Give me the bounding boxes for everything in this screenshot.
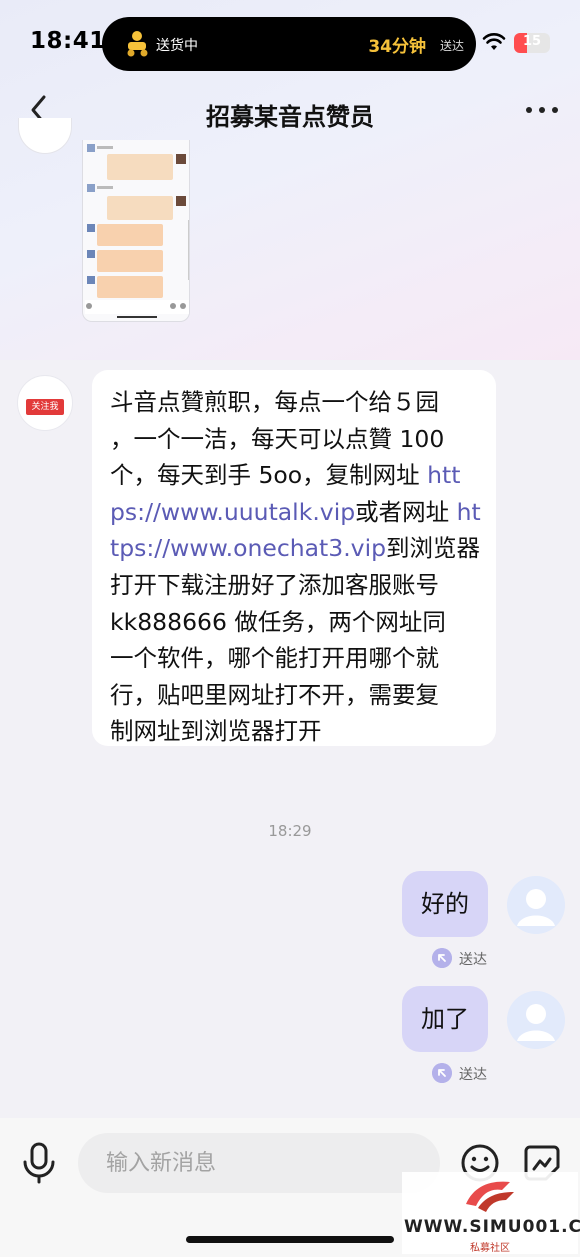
delivery-status-text: 送达 — [459, 1067, 487, 1083]
more-horizontal-icon[interactable] — [524, 100, 560, 120]
message-text: 或者网址 — [355, 497, 457, 526]
message-input[interactable] — [106, 1146, 406, 1180]
status-time: 18:41 — [30, 28, 106, 54]
my-avatar[interactable] — [507, 991, 565, 1049]
outgoing-message-bubble[interactable]: 好的 — [402, 871, 488, 937]
message-link[interactable]: htt — [427, 461, 460, 489]
watermark-subtext: 私募社区 — [470, 1243, 510, 1254]
message-line: tps://www.onechat3.vip到浏览器 — [110, 530, 480, 567]
message-line: 制网址到浏览器打开 — [110, 717, 322, 746]
message-line: ps://www.uuutalk.vip或者网址 ht — [110, 494, 481, 531]
message-line: 个，每天到手 5oo，复制网址 htt — [110, 457, 480, 494]
home-indicator[interactable] — [186, 1236, 394, 1243]
battery-level: 15 — [522, 34, 542, 49]
message-line: 打开下载注册好了添加客服账号 — [110, 570, 439, 599]
message-link[interactable]: ht — [457, 498, 481, 526]
message-text: 个，每天到手 5oo，复制网址 — [110, 461, 428, 490]
image-message[interactable] — [82, 140, 190, 322]
sender-avatar[interactable]: 关注我 — [17, 375, 73, 431]
dynamic-island[interactable]: 送货中 34分钟 送达 — [102, 17, 476, 71]
my-avatar[interactable] — [507, 876, 565, 934]
delivery-status: 送达 — [432, 947, 502, 969]
message-line: kk888666 做任务，两个网址同 — [110, 607, 446, 636]
default-avatar-icon — [507, 991, 565, 1049]
avatar-follow-tag: 关注我 — [26, 399, 64, 415]
incoming-message-bubble[interactable]: 斗音点贊煎职，每点一个给５园 ，一个一洁，每天可以点贊 100 个，每天到手 5… — [92, 370, 496, 746]
page-title: 招募某音点赞员 — [206, 103, 374, 131]
island-label: 送货中 — [156, 38, 198, 54]
sent-arrow-icon — [432, 948, 452, 968]
watermark-logo-icon — [466, 1181, 514, 1212]
message-line: ，一个一洁，每天可以点贊 100 — [110, 424, 445, 453]
status-bar: 18:41 送货中 34分钟 送达 15 — [0, 0, 580, 80]
message-line: 一个软件，哪个能打开用哪个就 — [110, 644, 439, 673]
message-input-container[interactable] — [78, 1133, 440, 1193]
sent-arrow-icon — [432, 1063, 452, 1083]
message-line: 斗音点贊煎职，每点一个给５园 — [110, 388, 439, 416]
delivery-status-text: 送达 — [459, 952, 487, 968]
chat-screenshot-thumbnail — [85, 144, 189, 318]
watermark-text: WWW.SIMU001.CN — [404, 1217, 580, 1237]
microphone-icon[interactable] — [20, 1141, 58, 1185]
wifi-icon — [482, 33, 506, 50]
battery-indicator: 15 — [514, 33, 550, 53]
delivery-status: 送达 — [432, 1062, 502, 1084]
message-text: 到浏览器 — [386, 534, 481, 563]
message-timestamp: 18:29 — [268, 822, 312, 840]
watermark: WWW.SIMU001.CN 私募社区 — [402, 1172, 580, 1254]
island-eta: 34分钟 — [368, 37, 426, 57]
message-link[interactable]: ps://www.uuutalk.vip — [110, 498, 355, 526]
island-eta-suffix: 送达 — [439, 39, 464, 53]
default-avatar-icon — [507, 876, 565, 934]
outgoing-message-bubble[interactable]: 加了 — [402, 986, 488, 1052]
delivery-rider-icon — [127, 31, 148, 57]
message-line: 行，贴吧里网址打不开，需要复 — [110, 680, 439, 709]
message-link[interactable]: tps://www.onechat3.vip — [110, 534, 386, 562]
